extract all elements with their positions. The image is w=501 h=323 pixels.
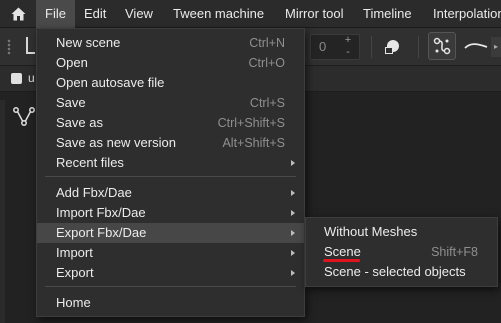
graph-icon[interactable] — [13, 107, 35, 127]
toolbar-grip[interactable] — [7, 39, 11, 55]
frame-number-value: 0 — [319, 39, 327, 54]
menu-item-label: Export — [56, 265, 94, 280]
menu-item-label: Save as — [56, 115, 103, 130]
submenu-arrow-icon — [291, 270, 295, 276]
menu-item-label: Home — [56, 295, 91, 310]
menu-item-label: Add Fbx/Dae — [56, 185, 132, 200]
menu-item-shortcut: Ctrl+O — [248, 56, 285, 70]
menu-item-recent-files[interactable]: Recent files — [37, 153, 304, 173]
submenu-item-scene-selected-objects[interactable]: Scene - selected objects — [306, 262, 497, 282]
menu-item-shortcut: Ctrl+Shift+S — [217, 116, 285, 130]
frame-spinner[interactable]: + - — [341, 34, 355, 60]
menu-item-label: Save — [56, 95, 86, 110]
menu-timeline[interactable]: Timeline — [354, 0, 421, 28]
shape-icon — [385, 40, 399, 54]
transform-icon[interactable] — [24, 36, 36, 56]
menu-item-label: Without Meshes — [324, 224, 418, 239]
menu-item-export-fbx-dae[interactable]: Export Fbx/Dae — [37, 223, 304, 243]
menu-item-label: New scene — [56, 35, 121, 50]
toolbar-overflow-arrow[interactable]: ▸ — [491, 37, 501, 57]
annotation-underline — [323, 259, 360, 262]
menu-item-label: Save as new version — [56, 135, 176, 150]
menu-tween-machine[interactable]: Tween machine — [164, 0, 273, 28]
submenu-arrow-icon — [291, 250, 295, 256]
submenu-arrow-icon — [291, 160, 295, 166]
menu-mirror-tool[interactable]: Mirror tool — [276, 0, 353, 28]
menu-separator-2 — [45, 286, 296, 287]
submenu-arrow-icon — [291, 210, 295, 216]
menu-item-label: Open — [56, 55, 88, 70]
menu-item-label: Import — [56, 245, 93, 260]
menu-item-import[interactable]: Import — [37, 243, 304, 263]
menu-item-label: Recent files — [56, 155, 124, 170]
menu-item-shortcut: Ctrl+N — [249, 36, 285, 50]
menu-item-shortcut: Ctrl+S — [249, 96, 285, 110]
home-button[interactable] — [0, 0, 36, 28]
panel-left-edge — [0, 100, 5, 323]
menu-item-open[interactable]: Open Ctrl+O — [37, 53, 304, 73]
curve-icon — [433, 37, 451, 55]
menu-item-import-fbx-dae[interactable]: Import Fbx/Dae — [37, 203, 304, 223]
menu-item-save-as[interactable]: Save as Ctrl+Shift+S — [37, 113, 304, 133]
line-button[interactable] — [463, 38, 489, 56]
home-icon — [11, 7, 25, 21]
menu-item-export[interactable]: Export — [37, 263, 304, 283]
menu-interpolation[interactable]: Interpolation — [424, 0, 501, 28]
toolbar-separator — [371, 36, 372, 58]
menu-item-label: Export Fbx/Dae — [56, 225, 147, 240]
menu-bar: File Edit View Tween machine Mirror tool… — [0, 0, 501, 28]
menu-item-label: Open autosave file — [56, 75, 165, 90]
submenu-arrow-icon — [291, 190, 295, 196]
menu-item-label: Import Fbx/Dae — [56, 205, 146, 220]
export-fbx-submenu: Without Meshes Scene Shift+F8 Scene - se… — [305, 217, 498, 287]
menu-item-shortcut: Shift+F8 — [431, 245, 478, 259]
submenu-arrow-icon — [291, 230, 295, 236]
menu-item-shortcut: Alt+Shift+S — [222, 136, 285, 150]
menu-item-save-as-new-version[interactable]: Save as new version Alt+Shift+S — [37, 133, 304, 153]
file-menu: New scene Ctrl+N Open Ctrl+O Open autosa… — [36, 28, 305, 317]
menu-item-add-fbx-dae[interactable]: Add Fbx/Dae — [37, 183, 304, 203]
menu-view[interactable]: View — [116, 0, 162, 28]
menu-item-new-scene[interactable]: New scene Ctrl+N — [37, 33, 304, 53]
menu-separator — [45, 176, 296, 177]
toolbar-separator-2 — [418, 36, 419, 58]
menu-item-home[interactable]: Home — [37, 293, 304, 313]
tab-checkbox[interactable] — [11, 73, 22, 84]
menu-edit[interactable]: Edit — [75, 0, 115, 28]
submenu-item-without-meshes[interactable]: Without Meshes — [306, 222, 497, 242]
line-icon — [464, 43, 488, 49]
spin-down-button[interactable]: - — [341, 46, 355, 58]
shape-button[interactable] — [381, 36, 403, 58]
tab-label[interactable]: u — [28, 71, 35, 85]
curve-button[interactable] — [428, 32, 456, 60]
menu-item-label: Scene - selected objects — [324, 264, 466, 279]
menu-item-open-autosave[interactable]: Open autosave file — [37, 73, 304, 93]
menu-file[interactable]: File — [36, 0, 75, 28]
spin-up-button[interactable]: + — [341, 34, 355, 46]
menu-item-save[interactable]: Save Ctrl+S — [37, 93, 304, 113]
menu-item-label: Scene — [324, 244, 361, 259]
